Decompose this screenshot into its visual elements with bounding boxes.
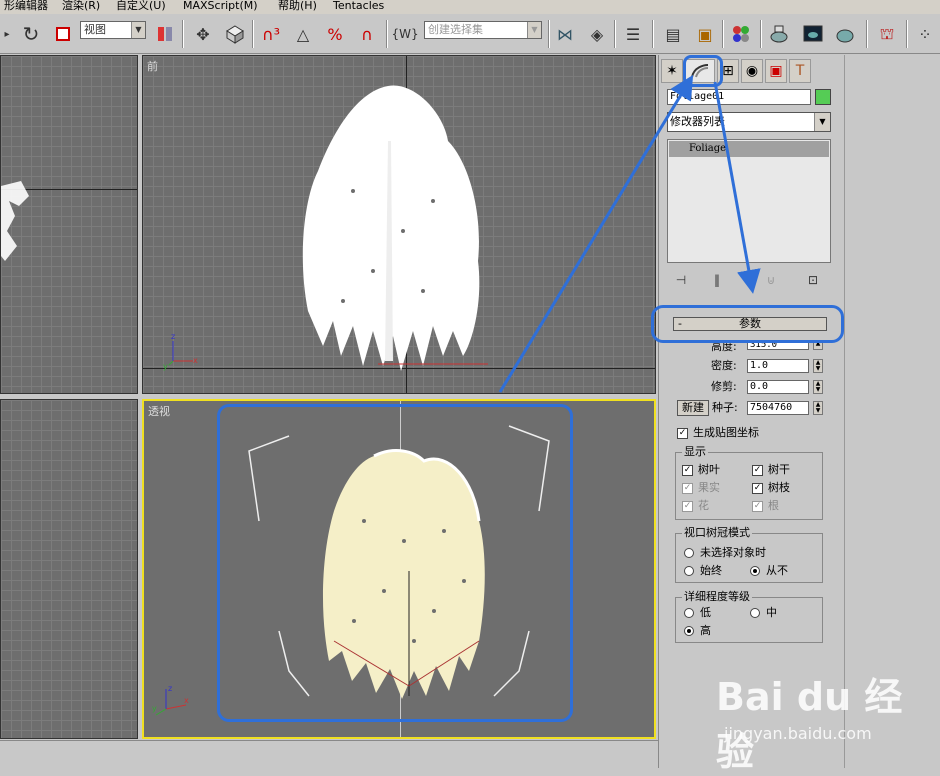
watermark-logo: Bai du 经验 [716, 675, 903, 774]
annotation-arrows [498, 74, 761, 393]
watermark-url: jingyan.baidu.com [724, 724, 872, 743]
baidu-jingyan-watermark: Bai du 经验 jingyan.baidu.com [716, 666, 936, 774]
